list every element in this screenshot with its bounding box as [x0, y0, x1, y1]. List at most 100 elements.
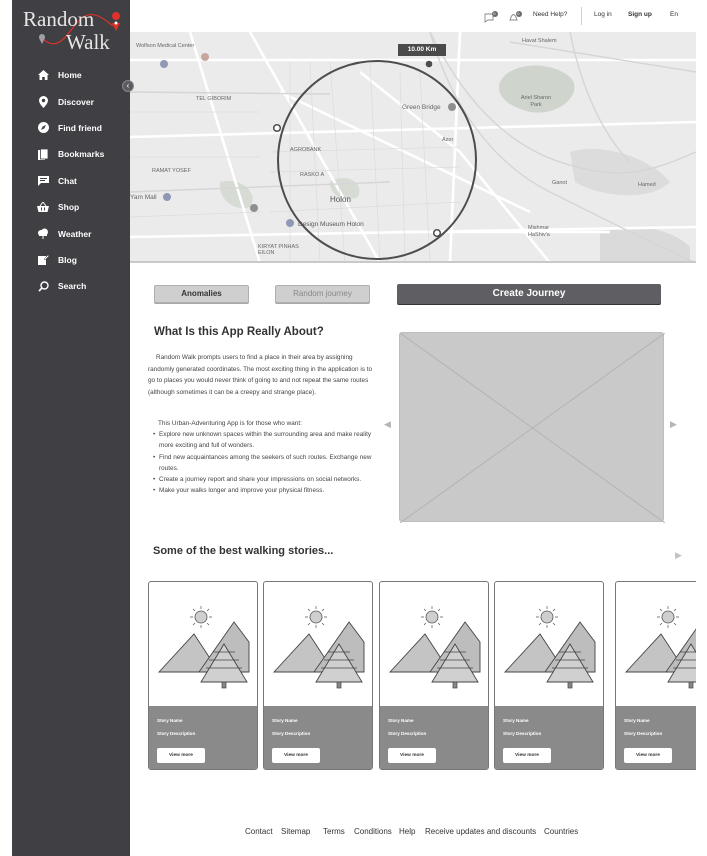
carousel-prev-arrow[interactable]: ◀: [384, 419, 391, 430]
distance-badge: 10.00 Km: [398, 44, 446, 56]
list-item: Explore new unknown spaces within the su…: [148, 429, 374, 452]
sidebar-item-home[interactable]: Home: [12, 62, 130, 88]
top-bar: 0 0 Need Help? Log in Sign up En: [130, 0, 707, 32]
about-paragraph: Random Walk prompts users to find a plac…: [148, 354, 373, 396]
home-icon: [36, 68, 50, 82]
stories-carousel: Story Name Story Description View more S…: [148, 581, 696, 771]
view-more-button[interactable]: View more: [624, 748, 672, 763]
about-title: What Is this App Really About?: [154, 326, 324, 338]
about-feature-list: Explore new unknown spaces within the su…: [148, 429, 374, 497]
sidebar-item-weather[interactable]: Weather: [12, 220, 130, 246]
map-label: Holon: [330, 195, 351, 204]
sidebar-collapse-button[interactable]: ‹: [122, 80, 134, 92]
sidebar-item-search[interactable]: Search: [12, 273, 130, 299]
sidebar-item-label: Weather: [58, 228, 92, 239]
footer-link-terms[interactable]: Terms: [323, 827, 345, 836]
logo-word-walk: Walk: [66, 30, 110, 54]
topbar-divider: [581, 7, 582, 25]
sidebar-item-label: Chat: [58, 175, 77, 186]
sidebar-item-bookmarks[interactable]: Bookmarks: [12, 141, 130, 167]
map-label: AGROBANK: [290, 147, 322, 153]
cloud-icon: [36, 227, 50, 241]
edit-note-icon: [36, 253, 50, 267]
story-card[interactable]: Story Name Story Description View more: [494, 581, 604, 770]
footer-link-sitemap[interactable]: Sitemap: [281, 827, 310, 836]
view-more-button[interactable]: View more: [157, 748, 205, 763]
sidebar-item-label: Find friend: [58, 122, 102, 133]
need-help-link[interactable]: Need Help?: [533, 11, 567, 18]
messages-icon[interactable]: 0: [484, 10, 498, 23]
list-item: Make your walks longer and improve your …: [148, 485, 374, 497]
view-more-button[interactable]: View more: [272, 748, 320, 763]
story-name: Story Name: [272, 718, 298, 723]
sidebar-item-chat[interactable]: Chat: [12, 168, 130, 194]
story-card[interactable]: Story Name Story Description View more: [263, 581, 373, 770]
location-pin-icon: [36, 95, 50, 109]
sidebar-item-blog[interactable]: Blog: [12, 247, 130, 273]
stories-title: Some of the best walking stories...: [153, 545, 334, 557]
sidebar: Random Walk Home Discover Find friend Bo…: [12, 0, 130, 856]
sidebar-nav: Home Discover Find friend Bookmarks Chat…: [12, 62, 130, 300]
story-card-footer: Story Name Story Description View more: [616, 706, 696, 769]
story-description: Story Description: [272, 731, 311, 736]
story-name: Story Name: [388, 718, 414, 723]
signup-link[interactable]: Sign up: [628, 11, 652, 18]
footer-link-contact[interactable]: Contact: [245, 827, 273, 836]
sidebar-item-label: Search: [58, 281, 87, 292]
bookmark-icon: [36, 147, 50, 161]
language-selector[interactable]: En: [670, 11, 678, 18]
stories-next-arrow[interactable]: ▶: [675, 550, 682, 561]
logo-word-random: Random: [23, 7, 95, 31]
app-logo[interactable]: Random Walk: [12, 4, 130, 56]
map-label: Hamed: [638, 182, 656, 188]
random-journey-button[interactable]: Random journey: [275, 285, 370, 303]
sidebar-item-discover[interactable]: Discover: [12, 88, 130, 114]
anomalies-button[interactable]: Anomalies: [154, 285, 249, 303]
map-label: Mishmar HaShiv'a: [528, 225, 550, 238]
sidebar-item-label: Discover: [58, 96, 94, 107]
map-label: Design Museum Holon: [298, 221, 364, 228]
story-name: Story Name: [503, 718, 529, 723]
view-more-button[interactable]: View more: [503, 748, 551, 763]
map-label: Green Bridge: [402, 104, 441, 111]
sidebar-item-label: Blog: [58, 254, 77, 265]
landscape-image-icon: [624, 606, 696, 689]
story-description: Story Description: [388, 731, 427, 736]
story-card[interactable]: Story Name Story Description View more: [379, 581, 489, 770]
footer-link-help[interactable]: Help: [399, 827, 415, 836]
map-canvas: [130, 32, 696, 261]
footer-link-countries[interactable]: Countries: [544, 827, 578, 836]
footer-link-conditions[interactable]: Conditions: [354, 827, 392, 836]
landscape-image-icon: [272, 606, 365, 689]
story-description: Story Description: [503, 731, 542, 736]
image-placeholder-icon: [399, 332, 666, 524]
app-page: Random Walk Home Discover Find friend Bo…: [0, 0, 707, 856]
landscape-image-icon: [157, 606, 250, 689]
story-card[interactable]: Story Name Story Description View more: [148, 581, 258, 770]
map-label: Ariel Sharon Park: [520, 95, 552, 108]
messages-count-badge: 0: [493, 10, 496, 16]
map-view[interactable]: Wolfson Medical Center TEL GIBORIM AGROB…: [130, 32, 696, 263]
map-label: Ganot: [552, 180, 567, 186]
sidebar-item-label: Shop: [58, 202, 80, 213]
carousel-next-arrow[interactable]: ▶: [670, 419, 677, 430]
shopping-basket-icon: [36, 200, 50, 214]
list-item: Create a journey report and share your i…: [148, 474, 374, 486]
notifications-icon[interactable]: 0: [508, 10, 522, 22]
sidebar-item-label: Bookmarks: [58, 149, 105, 160]
story-card-footer: Story Name Story Description View more: [380, 706, 488, 769]
notifications-count-badge: 0: [517, 10, 520, 16]
map-label: Wolfson Medical Center: [136, 43, 195, 49]
story-card-footer: Story Name Story Description View more: [264, 706, 372, 769]
map-label: TEL GIBORIM: [196, 96, 232, 102]
sidebar-item-label: Home: [58, 70, 82, 81]
chevron-left-icon: ‹: [126, 81, 130, 90]
view-more-button[interactable]: View more: [388, 748, 436, 763]
footer-link-updates[interactable]: Receive updates and discounts: [425, 827, 536, 836]
create-journey-button[interactable]: Create Journey: [397, 284, 661, 304]
story-card[interactable]: Story Name Story Description View more: [615, 581, 696, 770]
map-label: Yam Mall: [130, 194, 157, 201]
sidebar-item-find-friend[interactable]: Find friend: [12, 115, 130, 141]
sidebar-item-shop[interactable]: Shop: [12, 194, 130, 220]
login-link[interactable]: Log in: [594, 11, 612, 18]
